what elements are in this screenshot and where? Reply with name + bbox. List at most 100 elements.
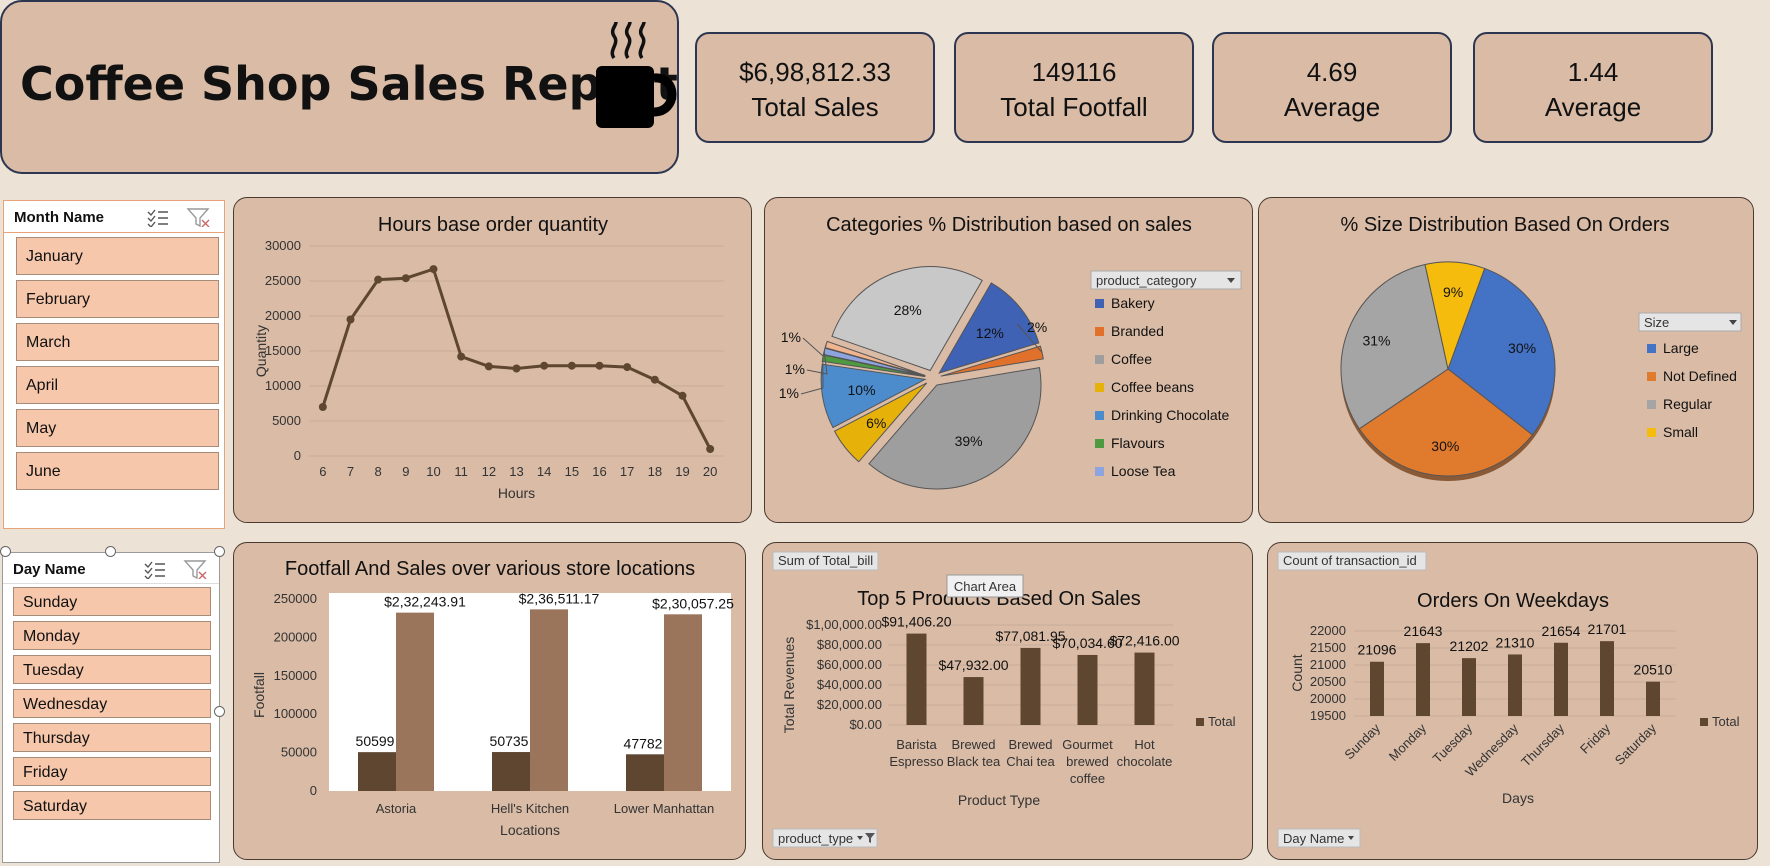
filter-field-label: Day Name xyxy=(1283,831,1344,846)
category-pie-chart: Categories % Distribution based on sales… xyxy=(779,214,1242,490)
legend-label: Coffee beans xyxy=(1111,379,1194,395)
legend-label: Not Defined xyxy=(1663,368,1737,384)
clear-filter-icon[interactable] xyxy=(186,208,210,227)
bar xyxy=(1134,652,1155,725)
data-label: 20510 xyxy=(1634,662,1673,678)
data-label: 2% xyxy=(1027,319,1047,335)
y-tick-label: $0.00 xyxy=(849,717,882,732)
slicer-item-tuesday[interactable]: Tuesday xyxy=(13,655,211,684)
data-label: 50735 xyxy=(490,733,529,749)
resize-handle[interactable] xyxy=(214,706,225,717)
slicer-title: Day Name xyxy=(13,561,86,578)
bar xyxy=(1508,654,1522,716)
slicer-item-february[interactable]: February xyxy=(16,280,219,318)
x-tick-label: Espresso xyxy=(889,754,943,769)
y-axis-label: Count xyxy=(1289,654,1305,691)
x-axis-label: Product Type xyxy=(958,792,1040,808)
resize-handle[interactable] xyxy=(214,546,225,557)
data-label: 31% xyxy=(1362,332,1390,348)
weekdays-chart-panel[interactable]: Count of transaction_id Orders On Weekday… xyxy=(1267,542,1758,860)
data-label: $2,30,057.25 xyxy=(652,595,734,611)
slicer-item-monday[interactable]: Monday xyxy=(13,621,211,650)
bar xyxy=(530,609,568,791)
tooltip-text: Chart Area xyxy=(954,579,1017,594)
x-axis-label: Days xyxy=(1502,790,1534,806)
coffee-cup-icon xyxy=(596,21,677,128)
legend-title: Size xyxy=(1644,315,1669,330)
slicer-item-wednesday[interactable]: Wednesday xyxy=(13,689,211,718)
data-label: $2,36,511.17 xyxy=(519,590,600,606)
x-tick-label: Gourmet xyxy=(1062,737,1113,752)
x-tick-label: Lower Manhattan xyxy=(614,801,714,816)
locations-chart-panel[interactable]: Footfall And Sales over various store lo… xyxy=(233,542,746,860)
leader-line xyxy=(802,337,827,357)
data-point xyxy=(706,445,715,453)
bar xyxy=(396,612,434,791)
slicer-item-thursday[interactable]: Thursday xyxy=(13,723,211,752)
category-chart-panel[interactable]: Categories % Distribution based on sales… xyxy=(764,197,1253,523)
slicer-item-june[interactable]: June xyxy=(16,452,219,490)
products-chart-panel[interactable]: Sum of Total_bill Top 5 Products Based On… xyxy=(762,542,1253,860)
legend-label: Drinking Chocolate xyxy=(1111,407,1229,423)
data-point xyxy=(346,315,355,324)
y-tick-label: $1,00,000.00 xyxy=(806,617,882,632)
x-tick-label: Hot xyxy=(1134,737,1155,752)
data-point xyxy=(623,363,632,372)
bar xyxy=(1077,654,1098,725)
slicer-item-march[interactable]: March xyxy=(16,323,219,361)
data-point xyxy=(429,265,438,274)
x-tick-label: Brewed xyxy=(1008,737,1052,752)
x-tick-label: Sunday xyxy=(1341,720,1383,762)
day-slicer[interactable]: Day Name Sunday Monday Tuesday Wednesday… xyxy=(2,552,220,863)
bar xyxy=(358,752,396,791)
resize-handle[interactable] xyxy=(105,546,116,557)
x-tick-label: 12 xyxy=(482,464,496,479)
data-label: 12% xyxy=(976,325,1004,341)
bar xyxy=(1370,661,1384,716)
slicer-item-sunday[interactable]: Sunday xyxy=(13,587,211,616)
x-tick-label: brewed xyxy=(1066,754,1109,769)
slicer-item-may[interactable]: May xyxy=(16,409,219,447)
resize-handle[interactable] xyxy=(0,546,11,557)
filter-field-label: product_type xyxy=(778,831,853,846)
data-label: 21202 xyxy=(1450,638,1489,654)
bar xyxy=(492,752,530,791)
slicer-item-saturday[interactable]: Saturday xyxy=(13,791,211,820)
data-label: 21701 xyxy=(1588,621,1627,637)
slicer-title: Month Name xyxy=(14,209,104,226)
x-tick-label: Black tea xyxy=(947,754,1001,769)
multi-select-icon[interactable] xyxy=(147,209,168,227)
chart-title: Categories % Distribution based on sales xyxy=(826,214,1192,236)
legend-swatch xyxy=(1095,299,1104,308)
report-title: Coffee Shop Sales Report xyxy=(20,57,678,111)
y-tick-label: 20000 xyxy=(1310,691,1346,706)
data-label: 50599 xyxy=(356,733,395,749)
x-tick-label: Saturday xyxy=(1612,720,1660,768)
x-tick-label: Hell's Kitchen xyxy=(491,801,569,816)
data-label: $91,406.20 xyxy=(881,614,951,630)
y-tick-label: $80,000.00 xyxy=(817,637,882,652)
hours-chart-panel[interactable]: Hours base order quantity 0 5000 10000 15000… xyxy=(233,197,752,523)
month-slicer[interactable]: Month Name January February March April … xyxy=(3,200,225,529)
data-point xyxy=(650,375,659,384)
kpi-total-footfall: 149116 Total Footfall xyxy=(954,32,1194,143)
slicer-item-friday[interactable]: Friday xyxy=(13,757,211,786)
multi-select-icon[interactable] xyxy=(144,561,165,579)
y-tick-label: 250000 xyxy=(274,591,317,606)
x-tick-label: 9 xyxy=(402,464,409,479)
slicer-item-april[interactable]: April xyxy=(16,366,219,404)
y-tick-label: 5000 xyxy=(272,413,301,428)
y-tick-label: 22000 xyxy=(1310,623,1346,638)
size-chart-panel[interactable]: % Size Distribution Based On Orders 30% 30… xyxy=(1258,197,1754,523)
y-tick-label: 20000 xyxy=(265,308,301,323)
x-tick-label: 13 xyxy=(509,464,523,479)
data-point xyxy=(540,361,549,370)
kpi-average-1: 4.69 Average xyxy=(1212,32,1452,143)
x-tick-label: 15 xyxy=(565,464,579,479)
y-tick-label: $40,000.00 xyxy=(817,677,882,692)
x-tick-label: Tuesday xyxy=(1430,720,1476,766)
clear-filter-icon[interactable] xyxy=(183,560,207,579)
legend-swatch xyxy=(1700,718,1708,726)
y-tick-label: 100000 xyxy=(274,706,317,721)
slicer-item-january[interactable]: January xyxy=(16,237,219,275)
